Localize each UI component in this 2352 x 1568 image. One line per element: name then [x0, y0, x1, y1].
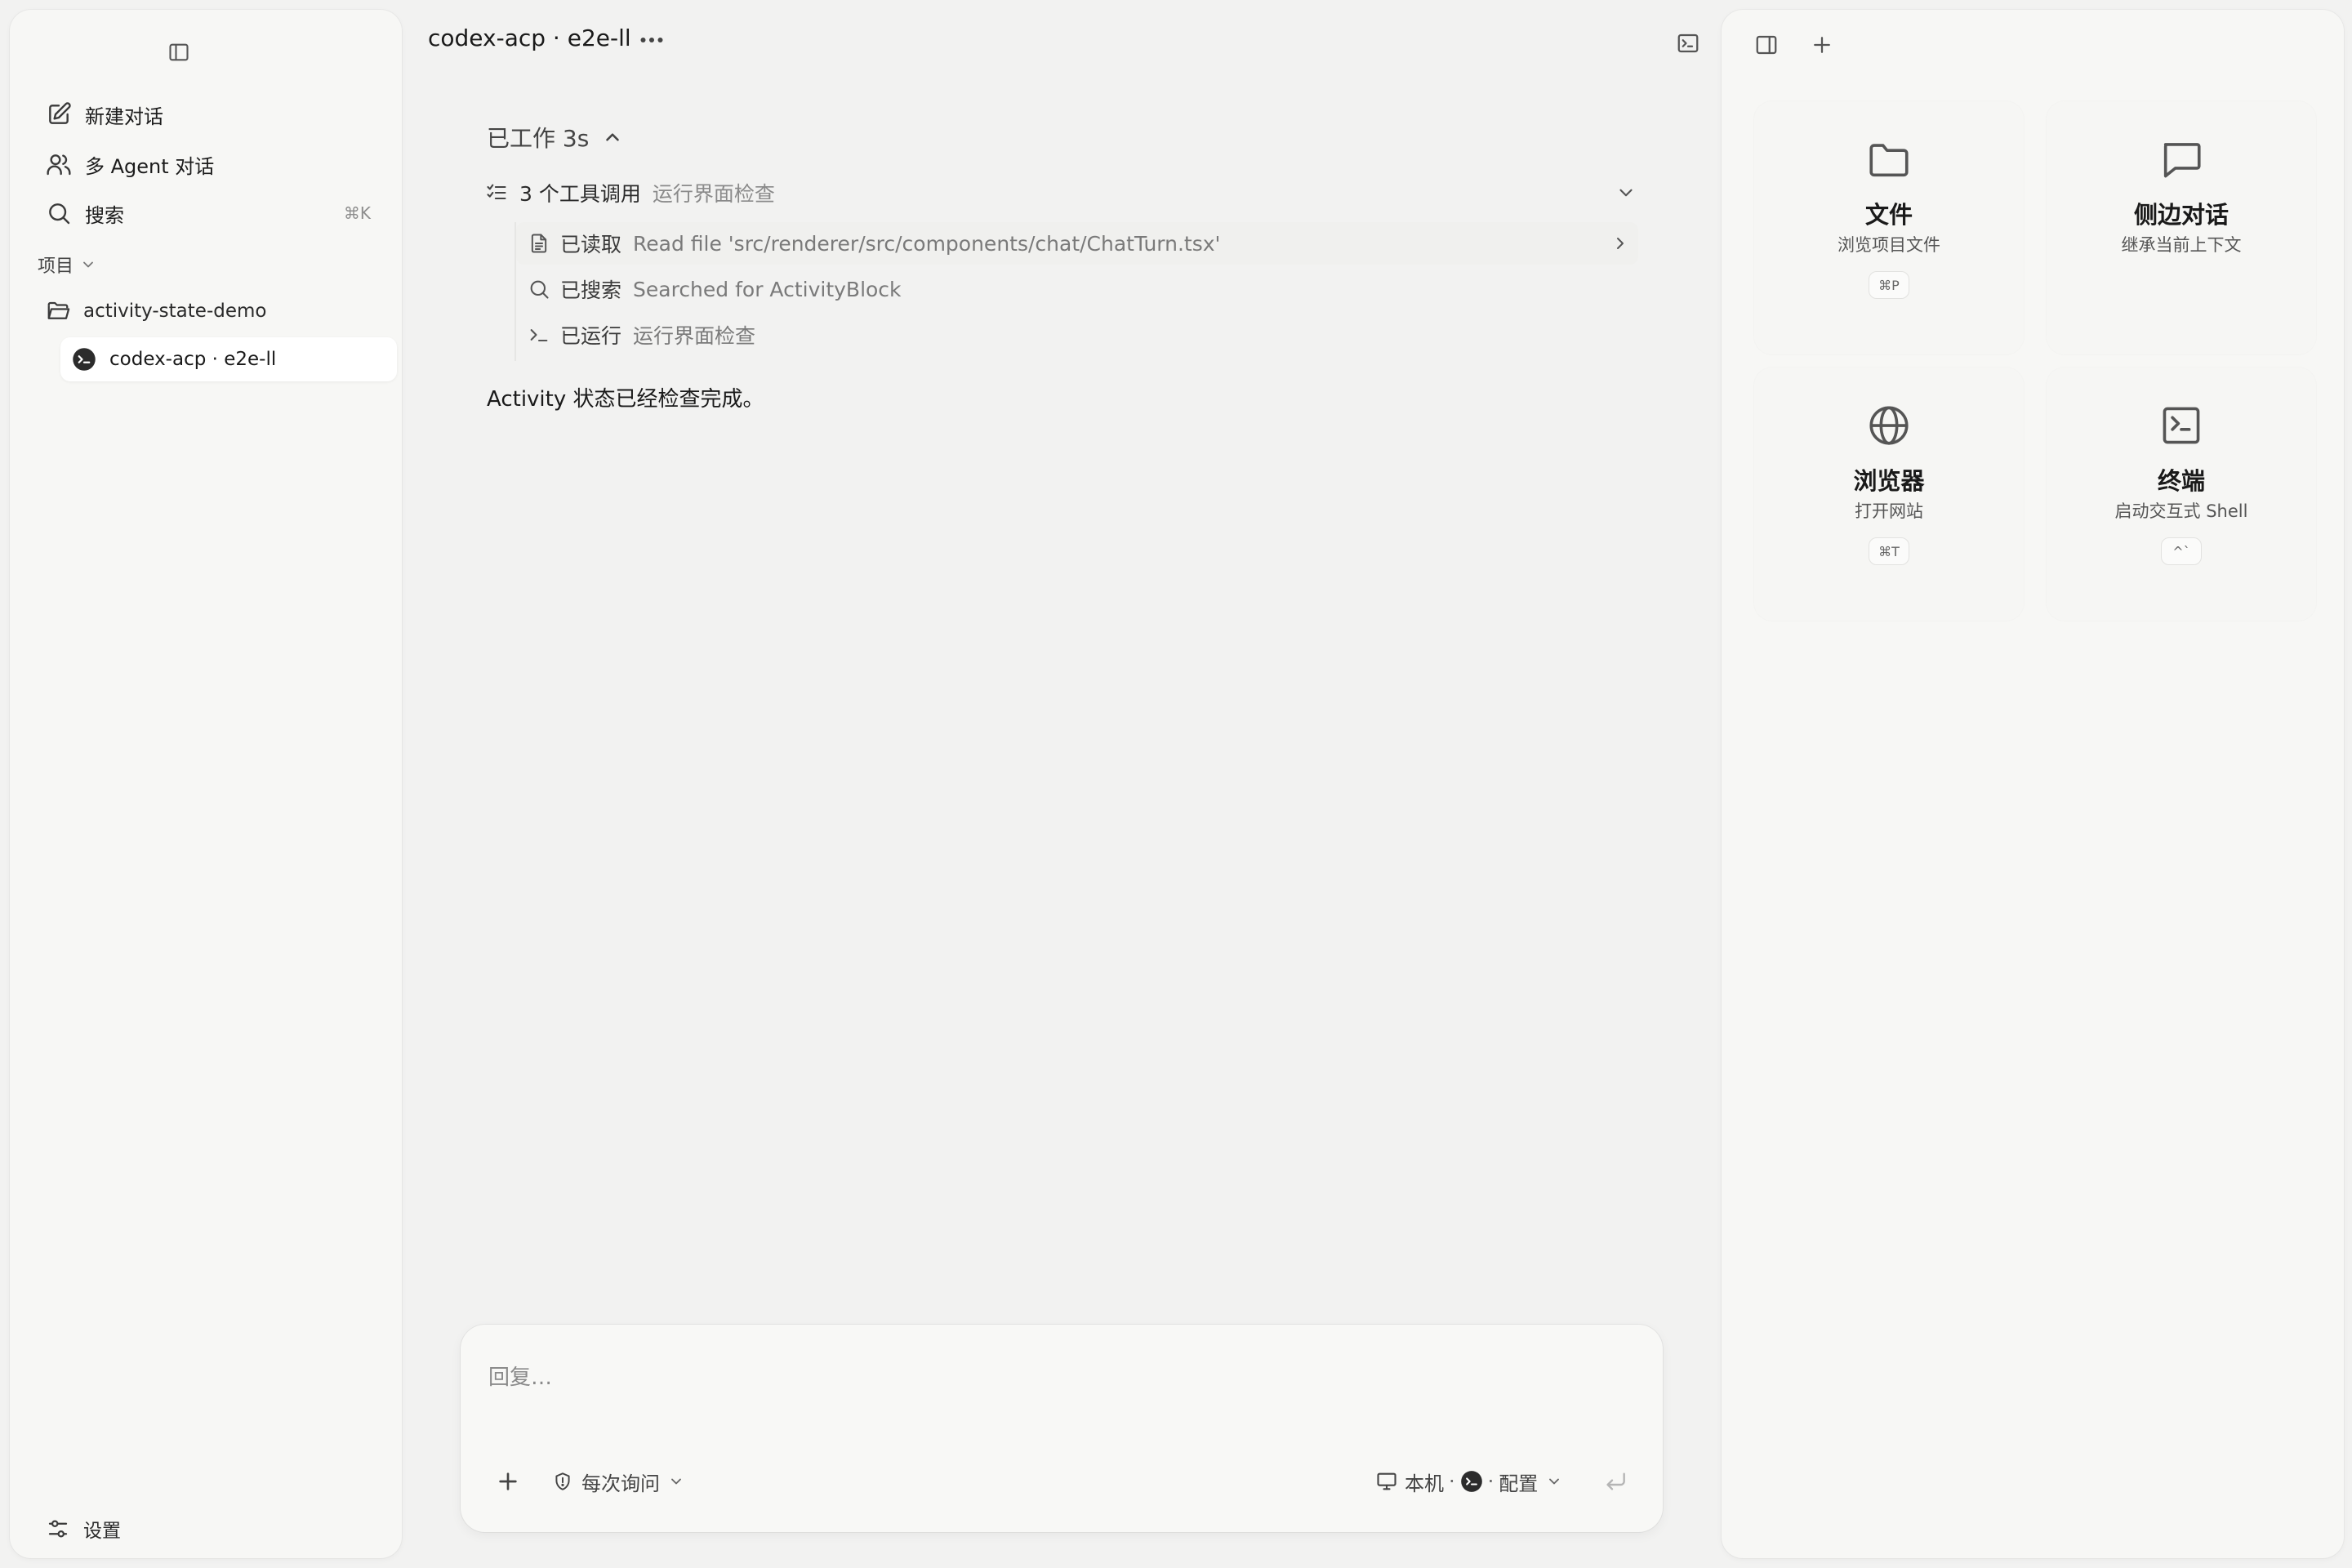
add-attachment-icon[interactable]: [495, 1468, 521, 1494]
permission-mode-select[interactable]: 每次询问: [552, 1467, 684, 1496]
right-panel: 文件 浏览项目文件 ⌘P 侧边对话 继承当前上下文 浏览器 打开网站 ⌘T 终端…: [1722, 10, 2344, 1558]
tool-calls-count: 3 个工具调用: [519, 182, 641, 206]
browser-tile[interactable]: 浏览器 打开网站 ⌘T: [1754, 368, 2024, 621]
agent-avatar-icon: [72, 347, 96, 372]
tool-call-row[interactable]: 已搜索 Searched for ActivityBlock: [516, 268, 1638, 310]
tool-call-action: 已搜索: [560, 278, 622, 302]
chevron-down-icon: [80, 256, 96, 273]
composer: 每次询问 本机 · · 配置: [461, 1325, 1663, 1532]
tile-subtitle: 打开网站: [1855, 501, 1923, 521]
globe-icon: [1865, 402, 1913, 449]
tile-shortcut: ⌘T: [1869, 537, 1909, 565]
tool-call-action: 已运行: [560, 324, 622, 348]
search-icon: [46, 200, 72, 226]
permission-mode-label: 每次询问: [581, 1472, 660, 1495]
chat-bubble-icon: [2158, 136, 2205, 183]
tool-call-detail: Read file 'src/renderer/src/components/c…: [633, 231, 1221, 256]
tool-call-action: 已读取: [560, 233, 622, 256]
tile-title: 终端: [2157, 467, 2205, 495]
terminal-icon: [2158, 402, 2205, 449]
terminal-tile[interactable]: 终端 启动交互式 Shell ^`: [2047, 368, 2316, 621]
assistant-message: Activity 状态已经检查完成。: [487, 387, 764, 412]
environment-host: 本机: [1405, 1472, 1444, 1495]
tile-shortcut: ^`: [2161, 537, 2202, 565]
environment-config: 配置: [1499, 1472, 1539, 1495]
new-chat-button[interactable]: 新建对话: [34, 93, 385, 136]
multi-agent-label: 多 Agent 对话: [85, 154, 215, 178]
terminal-prompt-icon: [528, 323, 550, 346]
tool-calls-description: 运行界面检查: [652, 182, 775, 206]
sliders-icon: [46, 1517, 70, 1541]
projects-section-label: 项目: [38, 256, 74, 277]
settings-label: 设置: [83, 1521, 121, 1542]
tool-call-detail: Searched for ActivityBlock: [633, 277, 902, 301]
agent-avatar-icon: [1460, 1470, 1483, 1493]
search-shortcut: ⌘K: [343, 203, 371, 223]
search-icon: [528, 278, 550, 301]
settings-button[interactable]: 设置: [34, 1508, 198, 1550]
monitor-icon: [1375, 1470, 1398, 1493]
separator-dot: ·: [1487, 1470, 1494, 1493]
project-name: activity-state-demo: [83, 301, 267, 322]
chevron-right-icon: [1610, 234, 1630, 253]
new-chat-label: 新建对话: [85, 105, 163, 128]
search-button[interactable]: 搜索 ⌘K: [34, 192, 385, 234]
tile-title: 侧边对话: [2133, 201, 2229, 229]
chevron-up-icon: [602, 127, 623, 148]
environment-select[interactable]: 本机 · · 配置: [1375, 1467, 1562, 1496]
projects-section-toggle[interactable]: 项目: [38, 252, 96, 278]
send-enter-icon[interactable]: [1602, 1468, 1628, 1494]
chevron-down-icon: [1615, 182, 1637, 203]
tile-title: 浏览器: [1853, 467, 1925, 495]
separator-dot: ·: [1449, 1470, 1455, 1493]
project-item[interactable]: activity-state-demo: [34, 291, 385, 332]
tile-subtitle: 继承当前上下文: [2121, 235, 2242, 255]
add-tab-icon[interactable]: [1810, 33, 1834, 57]
tile-subtitle: 启动交互式 Shell: [2114, 501, 2248, 521]
multi-agent-chat-button[interactable]: 多 Agent 对话: [34, 143, 385, 185]
tool-call-row[interactable]: 已运行 运行界面检查: [516, 314, 1638, 356]
checklist-icon: [485, 181, 508, 204]
sidebar: 新建对话 多 Agent 对话 搜索 ⌘K 项目 activity-state-…: [10, 10, 402, 1558]
file-icon: [528, 232, 550, 255]
shield-icon: [552, 1471, 573, 1492]
more-options-icon[interactable]: [637, 28, 666, 52]
tool-calls-list: 已读取 Read file 'src/renderer/src/componen…: [514, 222, 1638, 361]
tile-shortcut: ⌘P: [1869, 271, 1909, 299]
tile-subtitle: 浏览项目文件: [1838, 235, 1940, 255]
work-status-label: 已工作 3s: [487, 125, 590, 152]
tool-call-row[interactable]: 已读取 Read file 'src/renderer/src/componen…: [516, 222, 1638, 265]
session-item-active[interactable]: codex-acp · e2e-ll: [60, 337, 397, 381]
chevron-down-icon: [668, 1473, 684, 1490]
edit-icon: [46, 101, 72, 127]
tool-call-detail: 运行界面检查: [633, 324, 756, 348]
terminal-panel-toggle-icon[interactable]: [1676, 31, 1700, 56]
search-label: 搜索: [85, 203, 124, 227]
folder-icon: [1865, 136, 1913, 183]
sidebar-toggle-icon[interactable]: [167, 41, 190, 64]
users-icon: [46, 151, 72, 177]
reply-input[interactable]: [488, 1357, 1550, 1398]
files-tile[interactable]: 文件 浏览项目文件 ⌘P: [1754, 101, 2024, 354]
chevron-down-icon: [1546, 1473, 1562, 1490]
folder-open-icon: [46, 299, 70, 323]
tool-calls-summary[interactable]: 3 个工具调用 运行界面检查: [485, 175, 1637, 211]
work-status-toggle[interactable]: 已工作 3s: [487, 121, 623, 154]
session-name: codex-acp · e2e-ll: [109, 349, 277, 370]
side-chat-tile[interactable]: 侧边对话 继承当前上下文: [2047, 101, 2316, 354]
page-title: codex-acp · e2e-ll: [428, 24, 631, 51]
tile-title: 文件: [1864, 201, 1913, 229]
split-panel-icon[interactable]: [1754, 33, 1779, 57]
